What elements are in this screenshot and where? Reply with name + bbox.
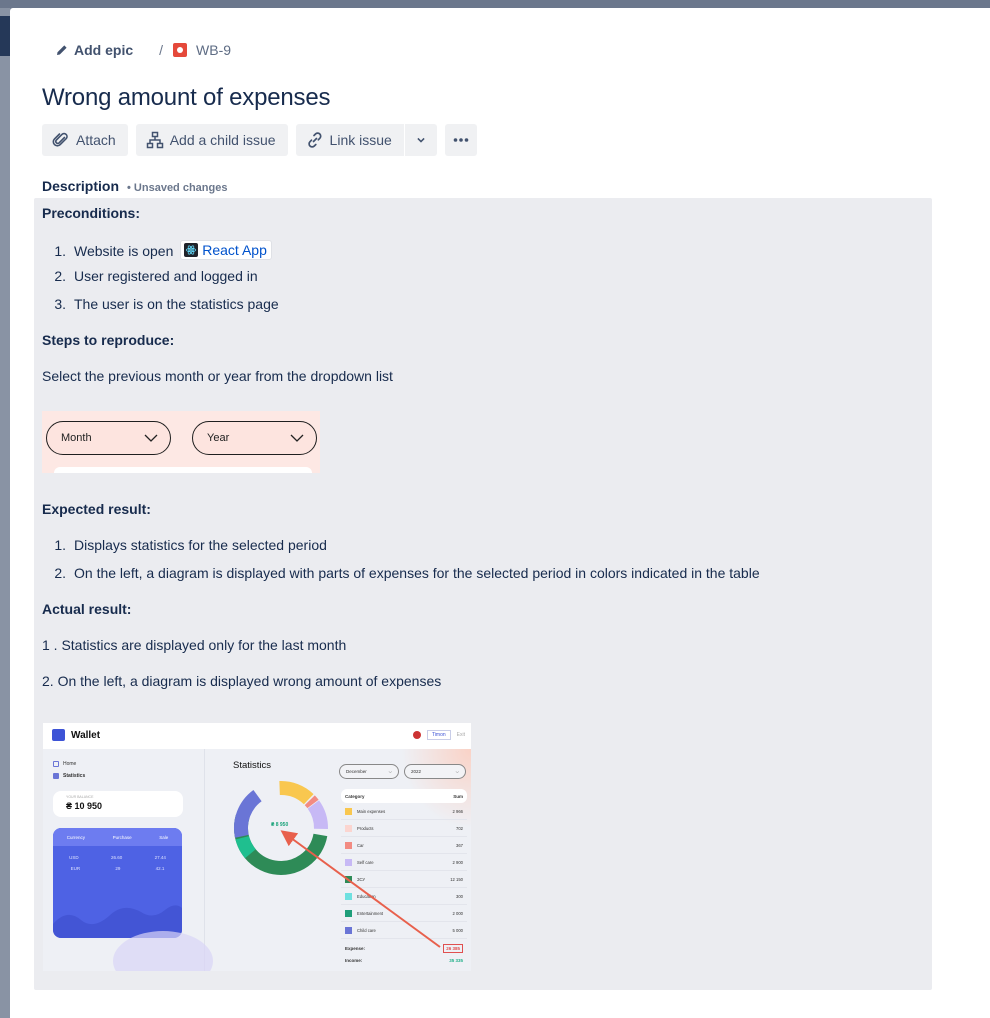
- steps-text: Select the previous month or year from t…: [42, 368, 393, 384]
- description-header: Description • Unsaved changes: [42, 178, 227, 194]
- issue-key-link[interactable]: WB-9: [196, 42, 231, 58]
- link-issue-button[interactable]: Link issue: [295, 124, 404, 156]
- link-issue-label: Link issue: [329, 132, 392, 148]
- actual-item-1: 1 . Statistics are displayed only for th…: [42, 637, 347, 653]
- expected-heading: Expected result:: [42, 501, 151, 517]
- paperclip-icon: [52, 132, 68, 147]
- attach-label: Attach: [76, 132, 116, 148]
- backdrop-left: [0, 8, 10, 1018]
- link-issue-dropdown-button[interactable]: [404, 124, 437, 156]
- annotation-arrow: [280, 830, 441, 948]
- list-item: 3. The user is on the statistics page: [54, 296, 279, 312]
- more-icon: [453, 138, 469, 142]
- list-item: 2. User registered and logged in: [54, 268, 258, 284]
- list-item: 2. On the left, a diagram is displayed wi…: [54, 565, 760, 581]
- link-icon: [307, 132, 322, 148]
- month-dropdown-image: Month: [46, 421, 171, 455]
- issue-title[interactable]: Wrong amount of expenses: [42, 84, 330, 112]
- actual-item-2: 2. On the left, a diagram is displayed w…: [42, 673, 442, 689]
- actual-heading: Actual result:: [42, 601, 132, 617]
- wallet-screenshot-image[interactable]: Wallet Timon Exit Home Statistics YOUR B…: [43, 723, 471, 971]
- description-editor[interactable]: Preconditions: 1. Website is open React A…: [34, 198, 932, 990]
- issue-toolbar: Attach Add a child issue Link issue: [42, 124, 477, 156]
- add-epic-link[interactable]: Add epic: [56, 42, 133, 58]
- react-icon: [184, 243, 199, 257]
- pencil-icon: [57, 45, 67, 55]
- link-issue-split-button: Link issue: [295, 124, 437, 156]
- chevron-down-icon: [290, 434, 304, 442]
- dropdown-screenshot-image[interactable]: Month Year: [42, 411, 320, 473]
- hierarchy-icon: [146, 131, 163, 149]
- description-label: Description: [42, 178, 120, 194]
- breadcrumb: Add epic / WB-9: [56, 40, 231, 60]
- steps-heading: Steps to reproduce:: [42, 332, 175, 348]
- year-dropdown-image: Year: [192, 421, 317, 455]
- issue-modal: Add epic / WB-9 Wrong amount of expenses…: [10, 8, 990, 1018]
- bug-icon[interactable]: [173, 43, 188, 57]
- breadcrumb-separator: /: [159, 42, 164, 58]
- preconditions-heading: Preconditions:: [42, 205, 141, 221]
- list-item: 1. Website is open React App: [50, 240, 272, 260]
- backdrop: [0, 0, 990, 8]
- add-child-issue-button[interactable]: Add a child issue: [135, 124, 288, 156]
- add-child-issue-label: Add a child issue: [169, 132, 276, 148]
- chevron-down-icon: [144, 434, 158, 442]
- react-app-link[interactable]: React App: [180, 240, 272, 260]
- unsaved-status: • Unsaved changes: [127, 182, 228, 194]
- chevron-down-icon: [417, 137, 425, 143]
- more-actions-button[interactable]: [444, 124, 477, 156]
- attach-button[interactable]: Attach: [42, 124, 128, 156]
- add-epic-label: Add epic: [74, 42, 134, 58]
- list-item: 1. Displays statistics for the selected p…: [54, 537, 327, 553]
